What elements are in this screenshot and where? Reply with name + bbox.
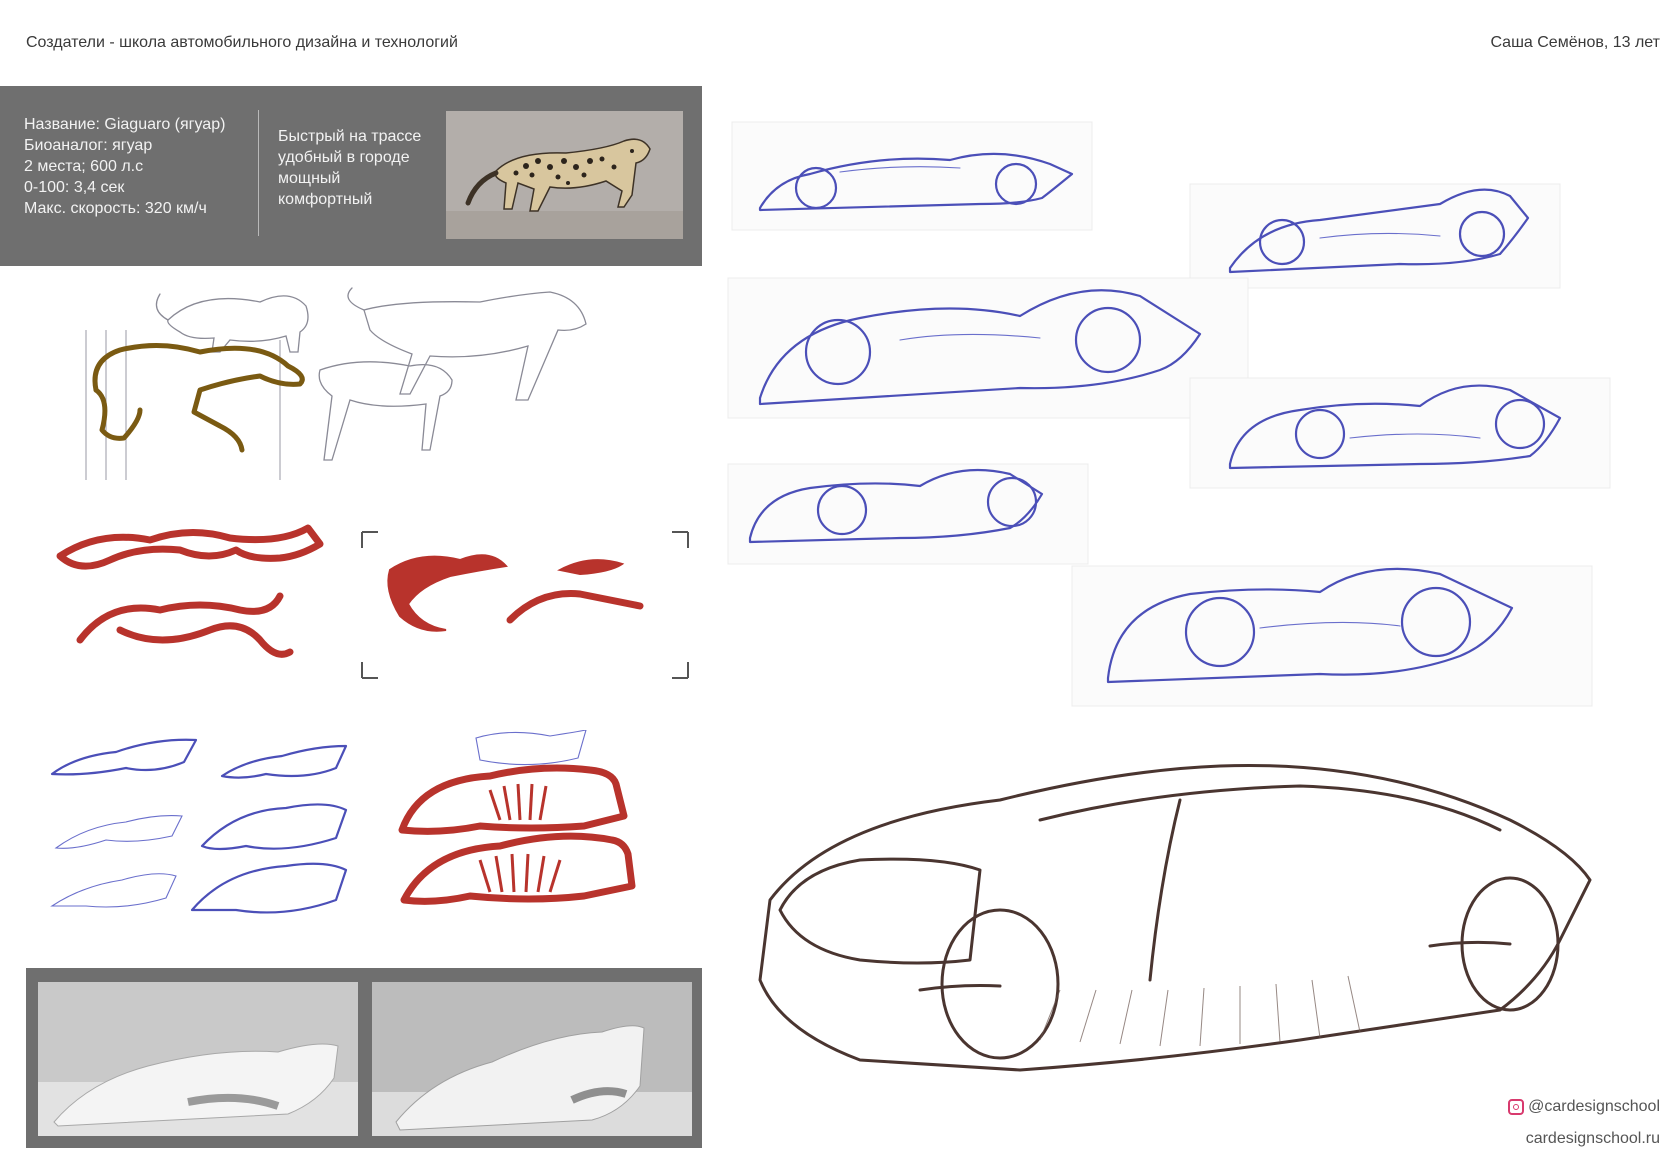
- blue-thumbnail-sketches: [50, 738, 348, 914]
- animal-study-sketches: [85, 287, 587, 480]
- jaguar-photo: [446, 111, 683, 239]
- author-name: Саша Семёнов, 13 лет: [1490, 34, 1660, 51]
- perspective-car-sketch: [758, 763, 1592, 1072]
- school-title: Создатели - школа автомобильного дизайна…: [26, 34, 458, 51]
- spec-divider: [258, 110, 259, 236]
- red-marker-sketches: [56, 524, 324, 658]
- spec-list: Название: Giaguaro (ягуар) Биоаналог: яг…: [24, 114, 225, 219]
- desc-line-track: Быстрый на трассе: [278, 128, 422, 145]
- desc-line-powerful: мощный: [278, 170, 341, 187]
- instagram-handle[interactable]: @cardesignschool: [1508, 1098, 1660, 1116]
- spec-top-speed: Макс. скорость: 320 км/ч: [24, 200, 207, 217]
- blue-car-profiles: [727, 121, 1611, 707]
- spec-description: Быстрый на трассе удобный в городе мощны…: [278, 126, 421, 210]
- red-profile-framed: [361, 531, 689, 679]
- red-hatched-profiles: [398, 730, 636, 905]
- website-link[interactable]: cardesignschool.ru: [1526, 1130, 1660, 1148]
- instagram-text: @cardesignschool: [1528, 1098, 1660, 1115]
- spec-panel: Название: Giaguaro (ягуар) Биоаналог: яг…: [0, 86, 702, 266]
- spec-bio-analog: Биоаналог: ягуар: [24, 137, 153, 154]
- paper-model-photo-side: [38, 982, 358, 1136]
- paper-model-photo-angle: [372, 982, 692, 1136]
- desc-line-city: удобный в городе: [278, 149, 410, 166]
- spec-name: Название: Giaguaro (ягуар): [24, 116, 226, 133]
- spec-seats-power: 2 места; 600 л.с: [24, 158, 144, 175]
- instagram-icon: [1508, 1099, 1525, 1115]
- paper-model-panel: [26, 968, 702, 1148]
- desc-line-comfortable: комфортный: [278, 191, 373, 208]
- spec-acceleration: 0-100: 3,4 сек: [24, 179, 125, 196]
